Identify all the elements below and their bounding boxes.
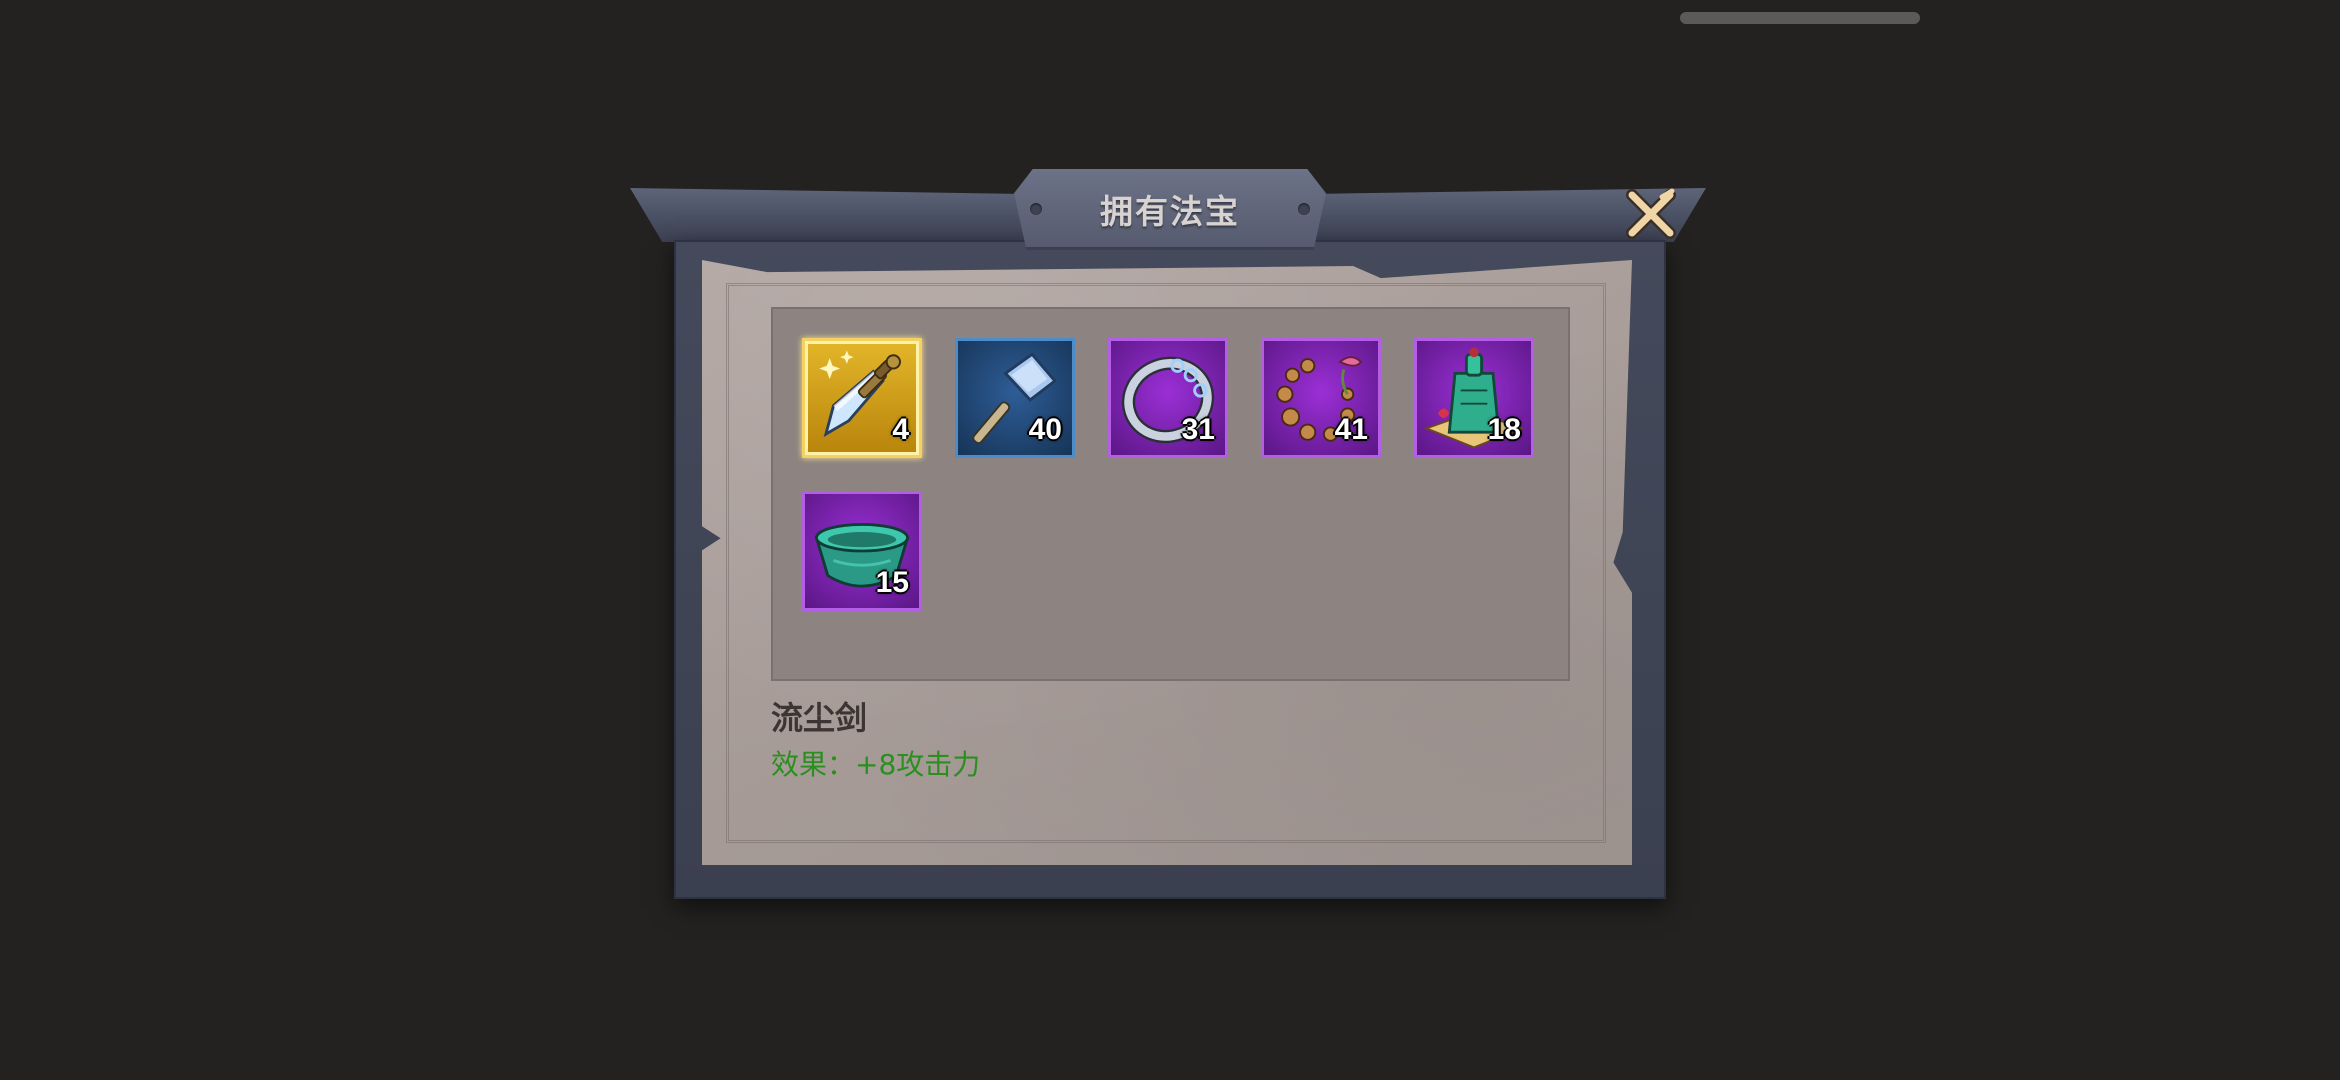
- treasure-dialog: 拥有法宝 4 40 31 41 18 15 流尘剑 效果：+8攻击力: [630, 165, 1706, 905]
- item-slot-jade-bowl[interactable]: 15: [802, 491, 922, 611]
- item-slot-sword[interactable]: 4: [802, 338, 922, 458]
- home-indicator-bar[interactable]: [1680, 12, 1920, 24]
- item-count: 31: [1181, 413, 1215, 446]
- item-count: 15: [875, 566, 909, 599]
- item-slot-hammer[interactable]: 40: [955, 338, 1075, 458]
- item-count: 40: [1028, 413, 1062, 446]
- selected-item-effect: 效果：+8攻击力: [771, 748, 981, 781]
- item-count: 4: [892, 413, 909, 446]
- item-count: 18: [1487, 413, 1521, 446]
- close-button[interactable]: [1622, 187, 1680, 245]
- close-x-icon: [1626, 188, 1676, 239]
- item-count: 41: [1334, 413, 1368, 446]
- selected-item-name: 流尘剑: [771, 699, 868, 737]
- item-slot-ring[interactable]: 31: [1108, 338, 1228, 458]
- dialog-title: 拥有法宝: [1100, 192, 1240, 231]
- title-plate: 拥有法宝: [1014, 169, 1326, 250]
- item-slot-jade-seal[interactable]: 18: [1414, 338, 1534, 458]
- item-grid: 4 40 31 41 18 15: [771, 307, 1570, 681]
- item-slot-prayer-beads[interactable]: 41: [1261, 338, 1381, 458]
